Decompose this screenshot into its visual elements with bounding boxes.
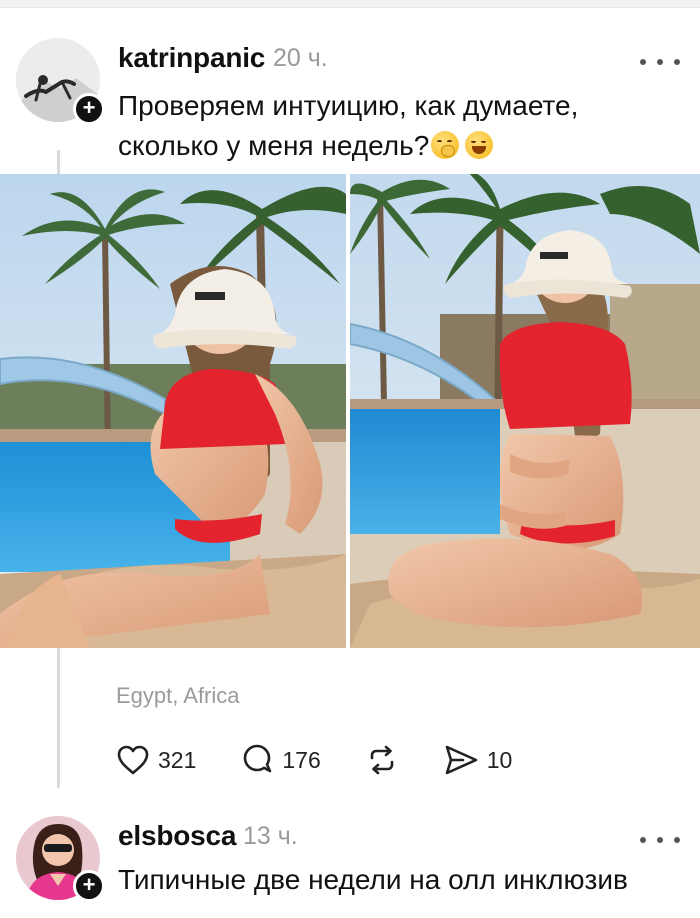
follow-plus-icon[interactable]: +	[73, 870, 105, 902]
reply-time: 13 ч.	[243, 822, 298, 850]
repost-icon	[370, 745, 394, 775]
hand-over-mouth-emoji	[431, 131, 460, 159]
author-avatar-wrap[interactable]: +	[16, 38, 105, 125]
thread-line-upper	[57, 150, 60, 176]
location-label[interactable]: Egypt, Africa	[116, 683, 240, 709]
reply-text: Типичные две недели на олл инклюзив	[118, 864, 628, 895]
reply-avatar-wrap[interactable]: +	[16, 816, 105, 902]
comments-count: 176	[282, 746, 321, 773]
photo-carousel[interactable]	[0, 174, 700, 648]
repost-button[interactable]	[365, 743, 399, 777]
send-icon	[445, 745, 478, 775]
post-text-content: Проверяем интуицию, как думаете, сколько…	[118, 90, 579, 161]
photo-2[interactable]	[350, 174, 700, 648]
more-dots-icon[interactable]	[640, 830, 680, 850]
post-actions: 321 176 10	[116, 738, 556, 782]
follow-plus-icon[interactable]: +	[73, 93, 105, 125]
like-button[interactable]: 321	[116, 744, 196, 776]
pool-photo-sitting	[0, 174, 346, 648]
more-dots-icon[interactable]	[640, 52, 680, 72]
shares-count: 10	[486, 746, 513, 773]
likes-count: 321	[158, 746, 197, 773]
comment-bubble-icon	[244, 744, 272, 773]
pool-photo-kneeling	[350, 174, 700, 648]
post-time: 20 ч.	[273, 44, 328, 72]
reply-username[interactable]: elsbosca	[118, 820, 236, 852]
share-button[interactable]: 10	[443, 743, 513, 777]
thread-line-lower	[57, 648, 60, 788]
post-text: Проверяем интуицию, как думаете, сколько…	[118, 86, 678, 166]
heart-icon	[117, 745, 149, 775]
comment-button[interactable]: 176	[240, 743, 321, 777]
post-username[interactable]: katrinpanic	[118, 42, 265, 74]
top-divider	[0, 0, 700, 8]
grinning-squint-emoji	[465, 131, 494, 159]
photo-1[interactable]	[0, 174, 346, 648]
